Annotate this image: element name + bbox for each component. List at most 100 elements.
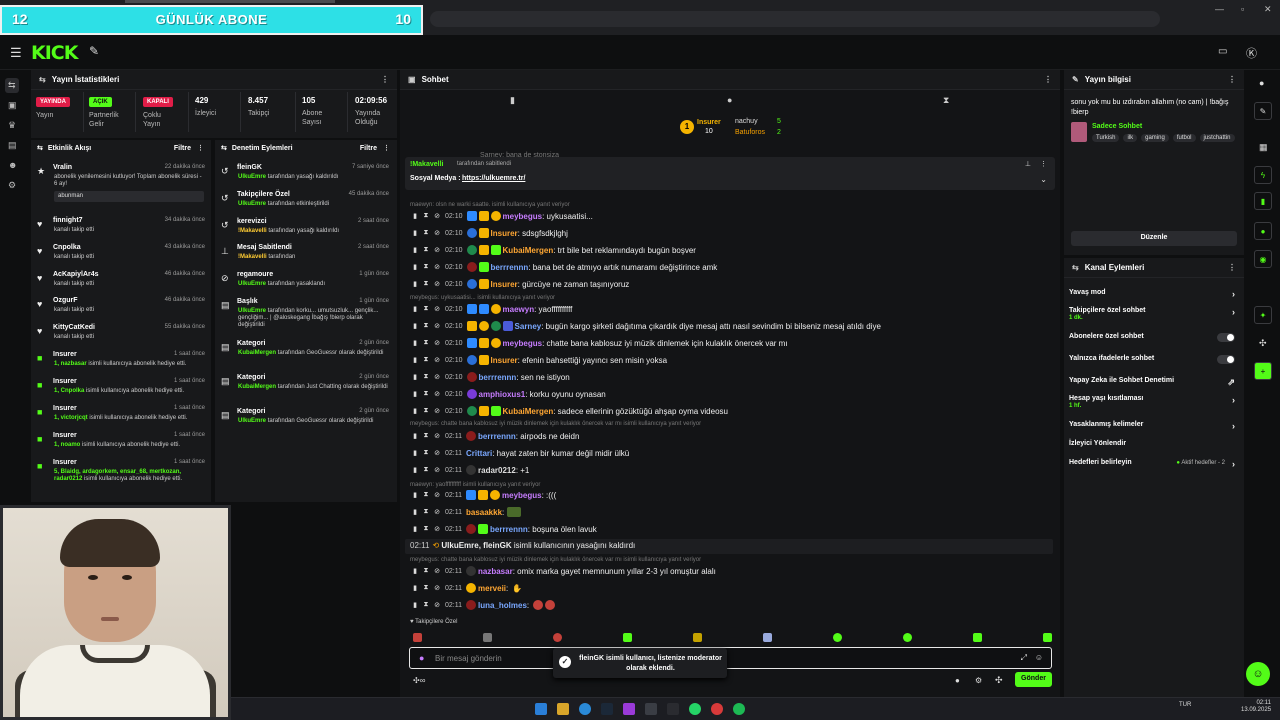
emote[interactable] [763,633,772,642]
raid-row[interactable]: İzleyici Yönlendir [1069,440,1239,454]
stream-icon[interactable]: ▣ [8,100,17,111]
menu-icon[interactable]: ☰ [10,45,22,61]
emote[interactable] [1043,633,1052,642]
pinned-link[interactable]: https://ulkuemre.tr/ [462,175,525,182]
chat-message[interactable]: ▮ ⧗ ⊘ 02:10 maewyn: yaoffffffffff [412,302,572,316]
chat-message[interactable]: ▮ ⧗ ⊘ 02:10 meybegus: uykusaatisi... [412,209,593,223]
steam-icon[interactable] [601,703,613,715]
ai-moderation-row[interactable]: Yapay Zeka ile Sohbet Denetimi ⇗ [1069,377,1239,391]
chat-message[interactable]: ▮ ⧗ ⊘ 02:11 meybegus: :((( [412,488,556,502]
kick-logo[interactable]: KICK [31,42,78,64]
tag[interactable]: gaming [1141,134,1169,142]
trophy-icon[interactable]: ▦ [1259,142,1268,153]
app-icon[interactable] [645,703,657,715]
minimize-icon[interactable]: — [1215,4,1224,14]
chat-message[interactable]: ▮ ⧗ ⊘ 02:11 radar0212: +1 [412,463,529,477]
tag[interactable]: justchattin [1199,134,1235,142]
chat-message[interactable]: ▮ ⧗ ⊘ 02:10 amphioxus1: korku oyunu oynasan [412,387,606,401]
app-icon[interactable] [667,703,679,715]
gifter-name[interactable]: Batuforos [735,129,765,136]
subscribers-only-toggle[interactable] [1217,333,1235,342]
clock[interactable]: 02:11 13.09.2025 [1241,700,1271,714]
settings-icon[interactable]: ⚙ [8,180,16,191]
pencil-icon[interactable]: ✎ [1254,102,1272,120]
chat-settings-icon[interactable]: ● [955,676,960,685]
followers-only-row[interactable]: Takipçilere özel sohbet 1 dk. › [1069,307,1239,327]
mod-target[interactable]: Takipçilere Özel [237,191,290,198]
emote[interactable] [623,633,632,642]
language-indicator[interactable]: TUR [1179,702,1191,708]
mod-target[interactable]: Kategori [237,374,265,381]
event-user[interactable]: Insurer [53,459,77,466]
chat-message[interactable]: ▮ ⧗ ⊘ 02:10 Insurer: sdsgfsdkjlghj [412,226,568,240]
event-user[interactable]: Insurer [53,405,77,412]
event-user[interactable]: Insurer [53,378,77,385]
layout-icon[interactable]: ▭ [1218,46,1227,57]
mod-target[interactable]: regamoure [237,271,273,278]
gifter-name[interactable]: nachuy [735,118,758,125]
video-icon[interactable]: ▤ [8,140,17,151]
points-icon[interactable]: ✣∞ [413,676,425,685]
emote[interactable] [553,633,562,642]
emote-only-row[interactable]: Yalnızca ifadelerle sohbet [1069,355,1239,369]
expand-icon[interactable]: ⤢ [1021,653,1027,663]
trash-icon[interactable]: ▮ [1254,192,1272,210]
edge-icon[interactable] [579,703,591,715]
chat-message[interactable]: ▮ ⧗ ⊘ 02:10 Insurer: efenin bahsettiği yayın… [412,353,667,367]
chat-bubble-icon[interactable]: ● [727,95,732,105]
dashboard-icon[interactable]: ⇆ [5,78,19,93]
emote[interactable] [833,633,842,642]
mod-target[interactable]: Kategori [237,408,265,415]
app-icon[interactable] [623,703,635,715]
subscribers-only-row[interactable]: Abonelere özel sohbet [1069,333,1239,347]
trash-icon[interactable]: ▮ [510,95,515,106]
gear-icon[interactable]: ⚙ [975,676,982,685]
event-user[interactable]: KittyCatKedi [53,324,95,331]
banned-words-row[interactable]: Yasaklanmış kelimeler › [1069,421,1239,435]
chat-message[interactable]: ▮ ⧗ ⊘ 02:10 Insurer: gürcüye ne zaman taşını… [412,277,629,291]
chat-message[interactable]: ▮ ⧗ ⊘ 02:10 KubaiMergen: trt bile bet reklam… [412,243,696,257]
users-icon[interactable]: ☻ [8,160,17,170]
chat-message[interactable]: ▮ ⧗ ⊘ 02:11 Crittari: hayat zaten bir kumar … [412,446,629,460]
broadcast-icon[interactable]: ◉ [1254,250,1272,268]
slow-mode-row[interactable]: Yavaş mod › [1069,289,1239,303]
address-bar[interactable] [430,11,1160,27]
edit-button[interactable]: Düzenle [1071,231,1237,246]
emote[interactable] [973,633,982,642]
chat-message[interactable]: ▮ ⧗ ⊘ 02:11 basaakkk: [412,505,523,519]
wrench-icon[interactable]: ✦ [1254,306,1272,324]
chat-menu-icon[interactable]: ⋮ [1044,75,1052,84]
chat-bubble-icon[interactable]: ● [1254,222,1272,240]
browser-tab[interactable] [125,0,335,3]
event-user[interactable]: Insurer [53,351,77,358]
chat-message[interactable]: ▮ ⧗ ⊘ 02:11 merveii: ✋ [412,581,522,595]
mod-target[interactable]: fleinGK [237,164,262,171]
chat-message[interactable]: ▮ ⧗ ⊘ 02:10 meybegus: chatte bana kablosuz i… [412,336,788,350]
mod-filter-button[interactable]: Filtre [360,145,377,152]
spotify-icon[interactable] [733,703,745,715]
mod-target[interactable]: Kategori [237,340,265,347]
activity-filter-button[interactable]: Filtre [174,145,191,152]
event-user[interactable]: AcKapiylAr4s [53,271,99,278]
close-icon[interactable]: ✕ [1264,4,1272,15]
mod-target[interactable]: kerevizci [237,218,267,225]
pin-icon[interactable]: ⊥ [1025,160,1031,168]
chat-message[interactable]: ▮ ⧗ ⊘ 02:11 luna_holmes: [412,598,557,612]
folder-icon[interactable] [557,703,569,715]
emote-only-toggle[interactable] [1217,355,1235,364]
info-menu-icon[interactable]: ⋮ [1228,75,1236,84]
app-icon[interactable] [711,703,723,715]
mod-target[interactable]: Başlık [237,298,258,305]
chat-message[interactable]: ▮ ⧗ ⊘ 02:10 KubaiMergen: sadece ellerinin gö… [412,404,728,418]
stats-menu-icon[interactable]: ⋮ [381,75,389,84]
event-user[interactable]: OzgurF [53,297,78,304]
activity-menu-icon[interactable]: ⋮ [197,144,204,152]
emoji-icon[interactable]: ☺ [1035,653,1043,662]
tag[interactable]: futbol [1172,134,1196,142]
chat-message[interactable]: ▮ ⧗ ⊘ 02:11 berrrennn: airpods ne deidn [412,429,579,443]
chat-message[interactable]: ▮ ⧗ ⊘ 02:11 nazbasar: omix marka gayet memnu… [412,564,716,578]
account-age-row[interactable]: Hesap yaşı kısıtlaması 1 hf. › [1069,395,1239,415]
support-chat-icon[interactable]: ☺ [1246,662,1270,686]
chat-message[interactable]: ▮ ⧗ ⊘ 02:11 berrrennn: boşuna ölen lavuk [412,522,597,536]
edit-icon[interactable]: ✎ [89,44,99,58]
